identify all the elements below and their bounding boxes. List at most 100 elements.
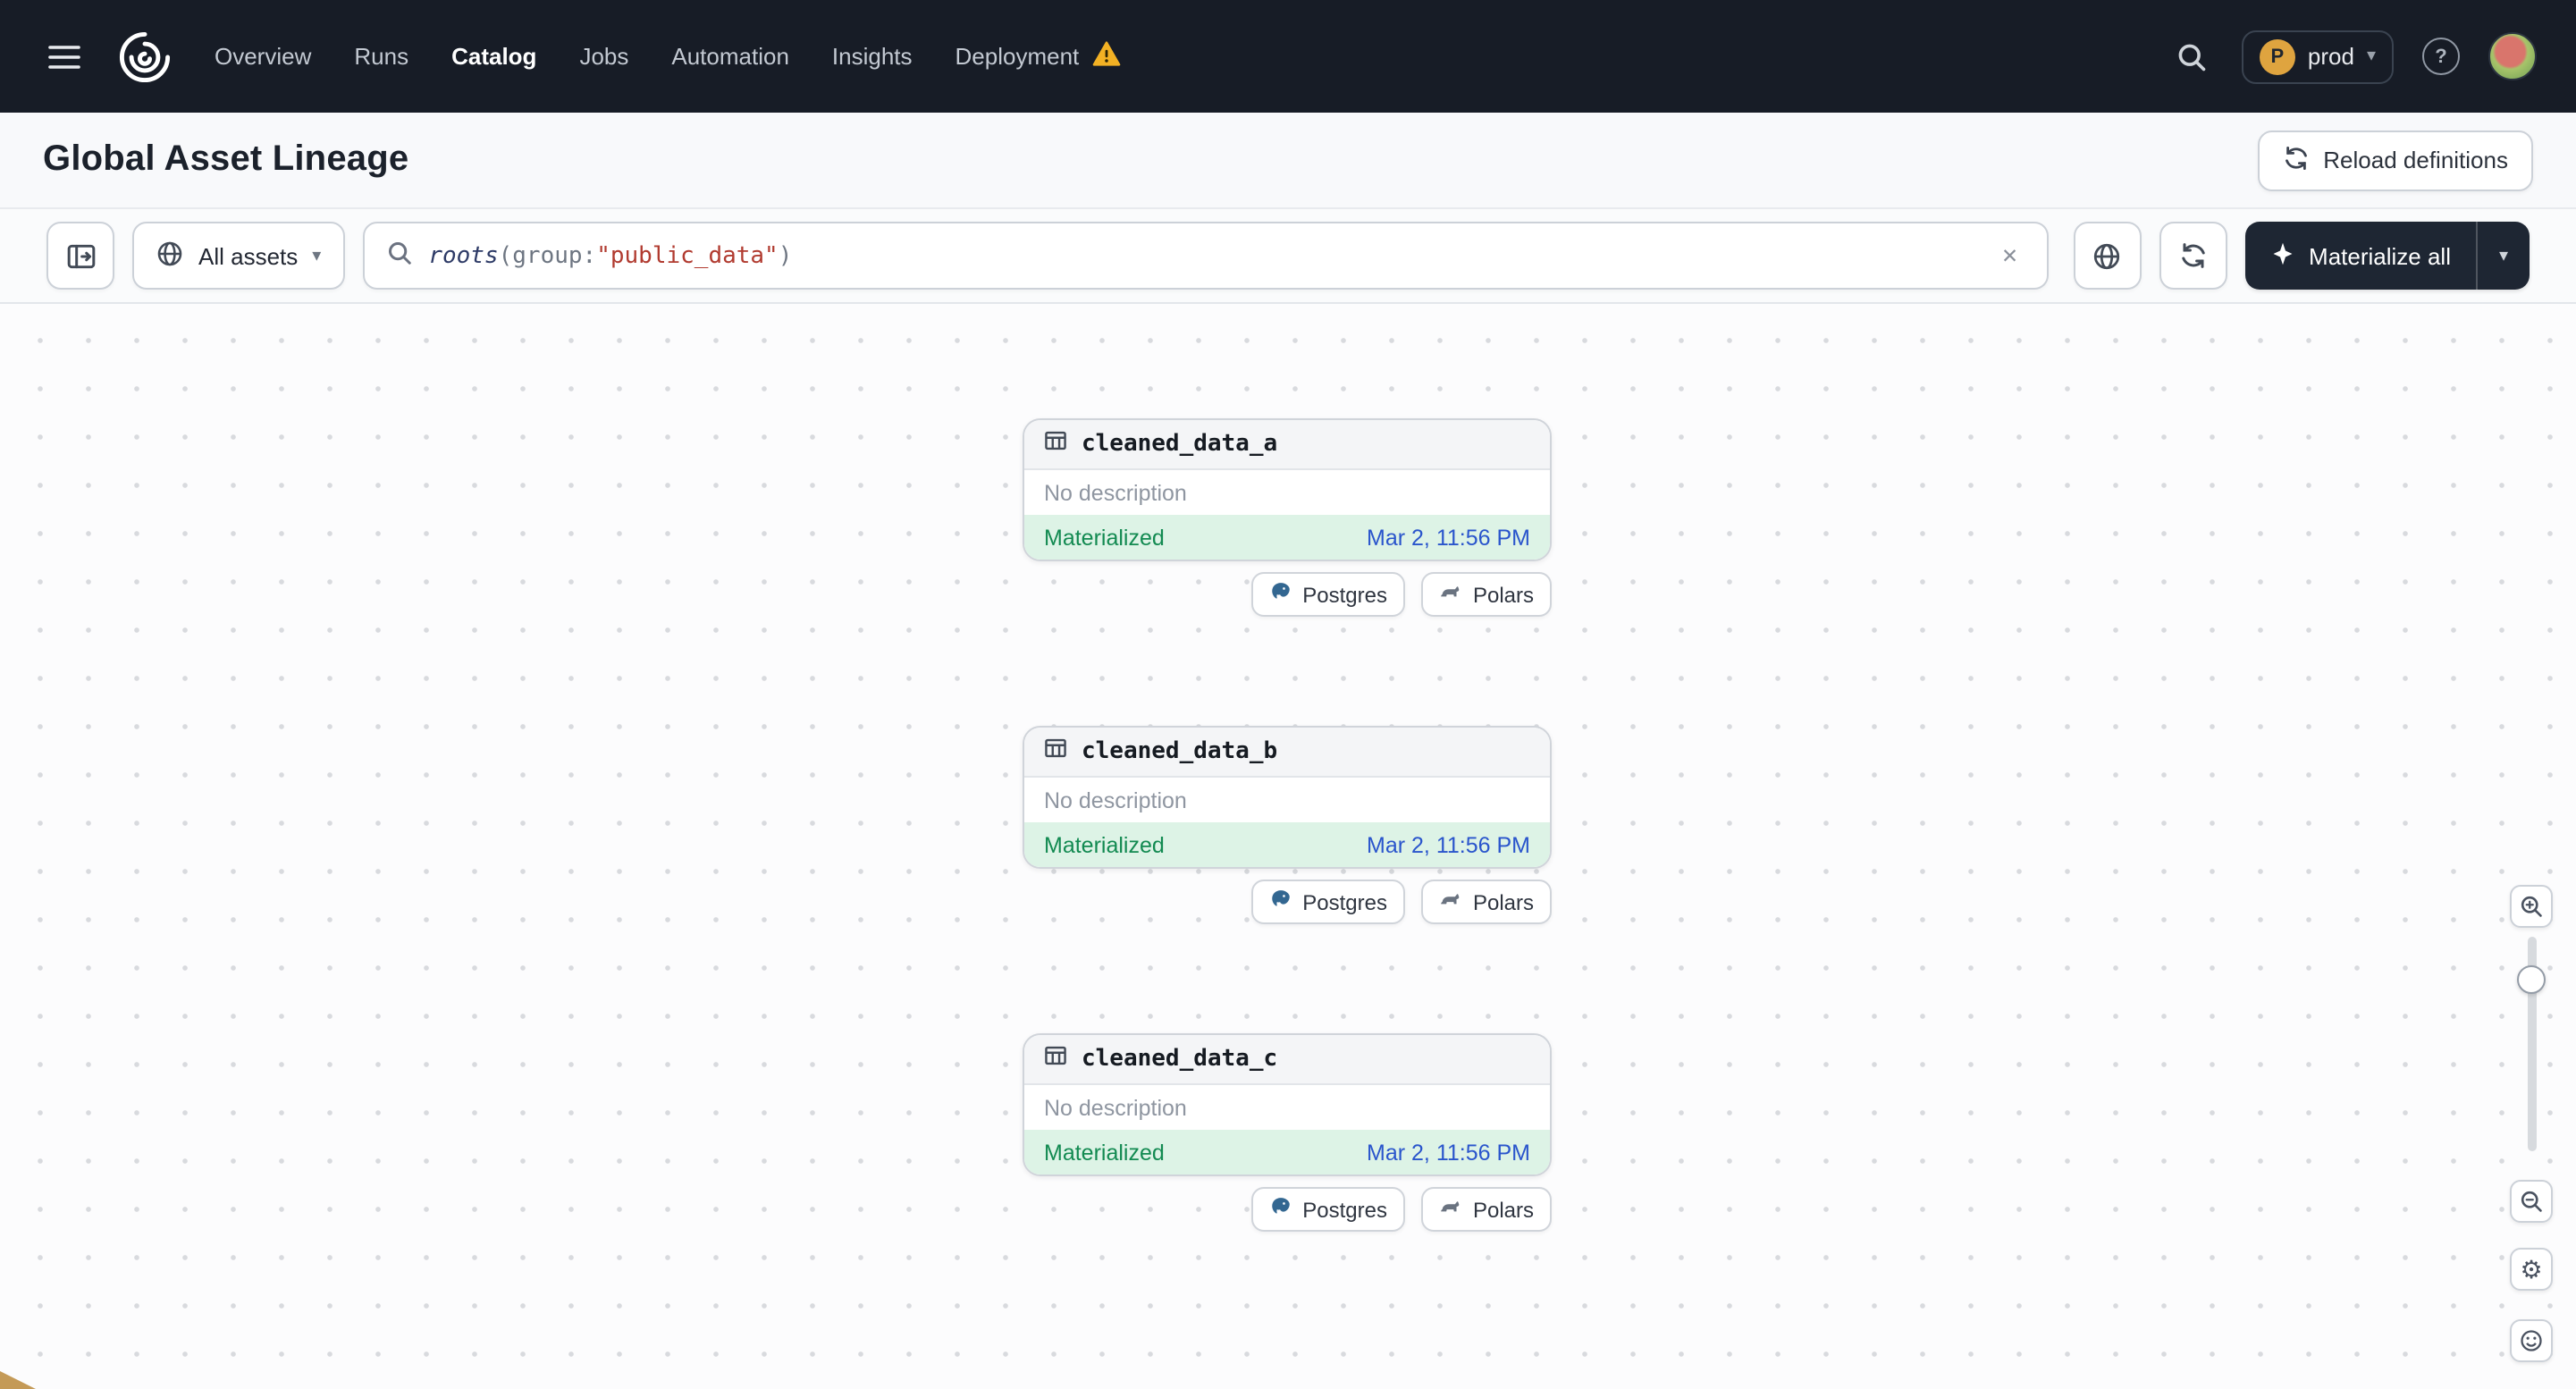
asset-description: No description — [1044, 1095, 1187, 1120]
asset-status-row: Materialized Mar 2, 11:56 PM — [1024, 1130, 1550, 1174]
query-function: roots — [428, 242, 499, 269]
help-icon[interactable]: ? — [2422, 38, 2460, 75]
feedback-smiley-icon[interactable] — [2510, 1319, 2553, 1362]
query-paren-close: ) — [778, 242, 793, 269]
zoom-out-icon[interactable] — [2510, 1180, 2553, 1223]
asset-name: cleaned_data_c — [1082, 1046, 1278, 1073]
tag-polars[interactable]: Polars — [1420, 880, 1552, 924]
refresh-icon[interactable] — [2159, 222, 2227, 290]
asset-tags-row: Postgres Polars — [1250, 572, 1552, 617]
zoom-slider[interactable] — [2510, 937, 2553, 1151]
asset-node-header: cleaned_data_a — [1024, 420, 1550, 470]
postgres-icon — [1268, 1195, 1292, 1224]
tag-label: Postgres — [1302, 582, 1387, 607]
asset-scope-label: All assets — [198, 242, 299, 269]
zoom-slider-handle[interactable] — [2517, 965, 2546, 994]
nav-right-cluster: P prod ▾ ? — [2170, 29, 2537, 83]
search-icon — [385, 239, 412, 273]
search-icon[interactable] — [2170, 35, 2213, 78]
reload-icon — [2282, 144, 2309, 176]
tag-label: Polars — [1472, 582, 1534, 607]
chevron-down-icon: ▾ — [2366, 46, 2376, 66]
query-paren-open: ( — [498, 242, 513, 269]
warning-icon — [1091, 41, 1120, 72]
asset-node-cleaned-data-a[interactable]: cleaned_data_a No description Materializ… — [1023, 418, 1552, 561]
tag-postgres[interactable]: Postgres — [1250, 572, 1405, 617]
asset-description: No description — [1044, 480, 1187, 505]
status-badge: Materialized — [1044, 525, 1165, 550]
user-avatar[interactable] — [2488, 32, 2537, 80]
nav-item-automation[interactable]: Automation — [671, 43, 789, 70]
table-icon — [1044, 736, 1067, 768]
materialize-split-button: Materialize all ▾ — [2244, 222, 2530, 290]
query-key: group: — [512, 242, 597, 269]
globe-icon — [156, 239, 184, 273]
materialization-timestamp[interactable]: Mar 2, 11:56 PM — [1367, 525, 1530, 550]
asset-description: No description — [1044, 787, 1187, 812]
lineage-canvas[interactable]: cleaned_data_a No description Materializ… — [0, 304, 2576, 1389]
asset-node-cleaned-data-c[interactable]: cleaned_data_c No description Materializ… — [1023, 1033, 1552, 1176]
asset-scope-select[interactable]: All assets ▾ — [132, 222, 345, 290]
nav-item-runs[interactable]: Runs — [354, 43, 408, 70]
materialize-all-button[interactable]: Materialize all — [2244, 222, 2476, 290]
polars-icon — [1439, 1195, 1462, 1224]
tag-postgres[interactable]: Postgres — [1250, 880, 1405, 924]
graph-view-globe-icon[interactable] — [2073, 222, 2142, 290]
asset-selection-input[interactable]: roots(group: "public_data") ✕ — [362, 222, 2049, 290]
page-header: Global Asset Lineage Reload definitions — [0, 113, 2576, 209]
nav-item-insights[interactable]: Insights — [832, 43, 913, 70]
tag-postgres[interactable]: Postgres — [1250, 1187, 1405, 1232]
materialize-dropdown-button[interactable]: ▾ — [2476, 222, 2530, 290]
settings-gear-icon[interactable]: ⚙ — [2510, 1248, 2553, 1291]
tag-label: Polars — [1472, 889, 1534, 914]
materialization-timestamp[interactable]: Mar 2, 11:56 PM — [1367, 1140, 1530, 1165]
asset-tags-row: Postgres Polars — [1250, 880, 1552, 924]
chevron-down-icon: ▾ — [312, 246, 322, 265]
asset-node-header: cleaned_data_b — [1024, 728, 1550, 778]
postgres-icon — [1268, 888, 1292, 916]
dagster-logo-icon[interactable] — [114, 26, 175, 87]
sidebar-toggle-icon[interactable] — [46, 222, 114, 290]
nav-item-deployment[interactable]: Deployment — [955, 41, 1121, 72]
tag-label: Polars — [1472, 1197, 1534, 1222]
query-value: "public_data" — [596, 242, 779, 269]
asset-tags-row: Postgres Polars — [1250, 1187, 1552, 1232]
nav-item-catalog[interactable]: Catalog — [451, 43, 536, 70]
sparkle-icon — [2269, 240, 2294, 271]
top-nav: Overview Runs Catalog Jobs Automation In… — [0, 0, 2576, 113]
zoom-in-icon[interactable] — [2510, 885, 2553, 928]
table-icon — [1044, 428, 1067, 460]
corner-fold-decoration — [0, 1371, 36, 1389]
menu-icon[interactable] — [39, 31, 89, 81]
chevron-down-icon: ▾ — [2498, 246, 2509, 265]
clear-query-icon[interactable]: ✕ — [1995, 236, 2025, 275]
asset-name: cleaned_data_a — [1082, 431, 1278, 458]
tag-polars[interactable]: Polars — [1420, 572, 1552, 617]
tag-polars[interactable]: Polars — [1420, 1187, 1552, 1232]
dagster-app: Overview Runs Catalog Jobs Automation In… — [0, 0, 2576, 1389]
polars-icon — [1439, 888, 1462, 916]
materialize-all-label: Materialize all — [2309, 242, 2451, 269]
nav-item-overview[interactable]: Overview — [215, 43, 311, 70]
polars-icon — [1439, 580, 1462, 609]
deployment-switcher[interactable]: P prod ▾ — [2241, 29, 2394, 83]
page-title: Global Asset Lineage — [43, 139, 409, 179]
nav-item-jobs[interactable]: Jobs — [579, 43, 628, 70]
asset-status-row: Materialized Mar 2, 11:56 PM — [1024, 515, 1550, 560]
status-badge: Materialized — [1044, 832, 1165, 857]
asset-node-cleaned-data-b[interactable]: cleaned_data_b No description Materializ… — [1023, 726, 1552, 869]
lineage-toolbar: All assets ▾ roots(group: "public_data") … — [0, 209, 2576, 304]
tag-label: Postgres — [1302, 889, 1387, 914]
deployment-avatar: P — [2259, 38, 2295, 74]
nav-item-deployment-label: Deployment — [955, 43, 1080, 70]
materialization-timestamp[interactable]: Mar 2, 11:56 PM — [1367, 832, 1530, 857]
postgres-icon — [1268, 580, 1292, 609]
asset-node-header: cleaned_data_c — [1024, 1035, 1550, 1085]
tag-label: Postgres — [1302, 1197, 1387, 1222]
deployment-name: prod — [2307, 43, 2354, 70]
reload-definitions-button[interactable]: Reload definitions — [2257, 130, 2533, 190]
main-nav: Overview Runs Catalog Jobs Automation In… — [215, 41, 1120, 72]
asset-name: cleaned_data_b — [1082, 738, 1278, 765]
reload-definitions-label: Reload definitions — [2323, 147, 2508, 173]
status-badge: Materialized — [1044, 1140, 1165, 1165]
